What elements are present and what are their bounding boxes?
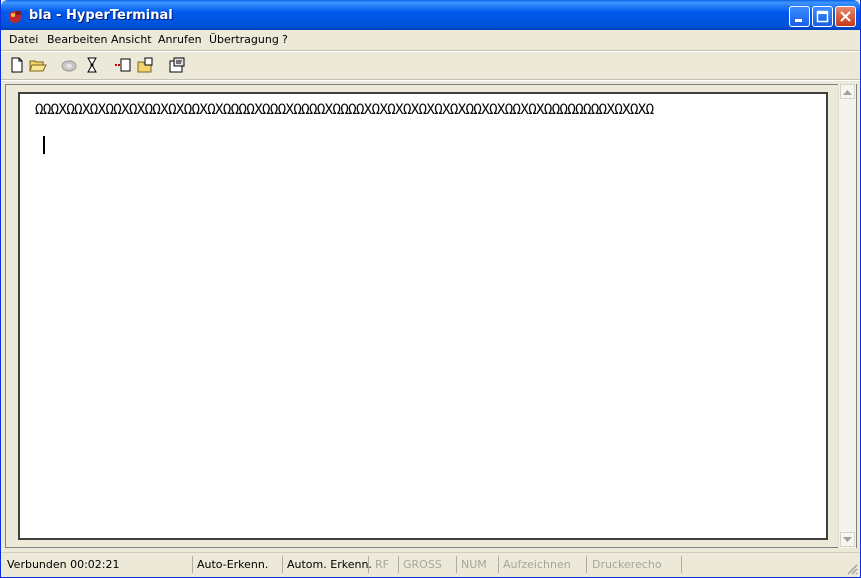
status-connection-time: Verbunden 00:02:21 xyxy=(5,556,193,573)
send-file-icon[interactable] xyxy=(114,56,132,74)
minimize-icon xyxy=(795,19,802,22)
hyperterminal-window: bla - HyperTerminal Datei Bearbeiten Ans… xyxy=(0,0,861,578)
close-button[interactable] xyxy=(835,6,856,27)
menu-bearbeiten[interactable]: Bearbeiten xyxy=(47,33,107,46)
status-caps: GROSS xyxy=(401,556,457,573)
menu-datei[interactable]: Datei xyxy=(9,33,38,46)
toolbar-divider-highlight xyxy=(1,80,860,81)
open-folder-icon[interactable] xyxy=(29,56,47,74)
minimize-button[interactable] xyxy=(789,6,810,27)
close-icon xyxy=(840,11,851,22)
terminal-screen[interactable]: ΩΩΩXΩΩXΩXΩΩXΩXΩΩXΩXΩΩXΩXΩΩΩΩXΩΩΩXΩΩΩΩXΩΩ… xyxy=(18,92,828,540)
disconnected-phone-icon[interactable] xyxy=(60,56,78,74)
status-num: NUM xyxy=(459,556,499,573)
status-rf: RF xyxy=(373,556,399,573)
menu-uebertragung[interactable]: Übertragung xyxy=(209,33,279,46)
maximize-icon xyxy=(816,10,829,23)
new-document-icon[interactable] xyxy=(8,56,26,74)
scroll-up-button[interactable] xyxy=(840,84,855,99)
scroll-down-arrow-icon xyxy=(843,536,852,542)
menu-help[interactable]: ? xyxy=(282,33,288,46)
scroll-down-button[interactable] xyxy=(840,532,855,547)
menu-ansicht[interactable]: Ansicht xyxy=(111,33,152,46)
status-auto-detect-2: Autom. Erkenn. xyxy=(287,556,372,573)
properties-icon[interactable] xyxy=(168,56,186,74)
hyperterminal-app-icon[interactable] xyxy=(7,8,23,24)
menu-bar: Datei Bearbeiten Ansicht Anrufen Übertra… xyxy=(1,30,860,50)
maximize-button[interactable] xyxy=(812,6,833,27)
toolbar xyxy=(1,52,860,78)
resize-grip-icon[interactable] xyxy=(846,563,858,575)
status-print-echo: Druckerecho xyxy=(590,556,682,573)
dial-icon[interactable] xyxy=(83,56,101,74)
status-bar: Verbunden 00:02:21 Auto-Erkenn. Autom. E… xyxy=(1,552,860,577)
title-bar[interactable]: bla - HyperTerminal xyxy=(1,0,860,30)
status-capture: Aufzeichnen xyxy=(501,556,587,573)
terminal-output-line: ΩΩΩXΩΩXΩXΩΩXΩXΩΩXΩXΩΩXΩXΩΩΩΩXΩΩΩXΩΩΩΩXΩΩ… xyxy=(35,102,654,118)
vertical-scrollbar[interactable] xyxy=(838,84,856,548)
scroll-up-arrow-icon xyxy=(843,89,852,95)
menu-anrufen[interactable]: Anrufen xyxy=(158,33,202,46)
receive-file-icon[interactable] xyxy=(137,56,155,74)
window-title: bla - HyperTerminal xyxy=(29,8,173,23)
status-auto-detect: Auto-Erkenn. xyxy=(195,556,283,573)
text-cursor xyxy=(43,136,45,154)
